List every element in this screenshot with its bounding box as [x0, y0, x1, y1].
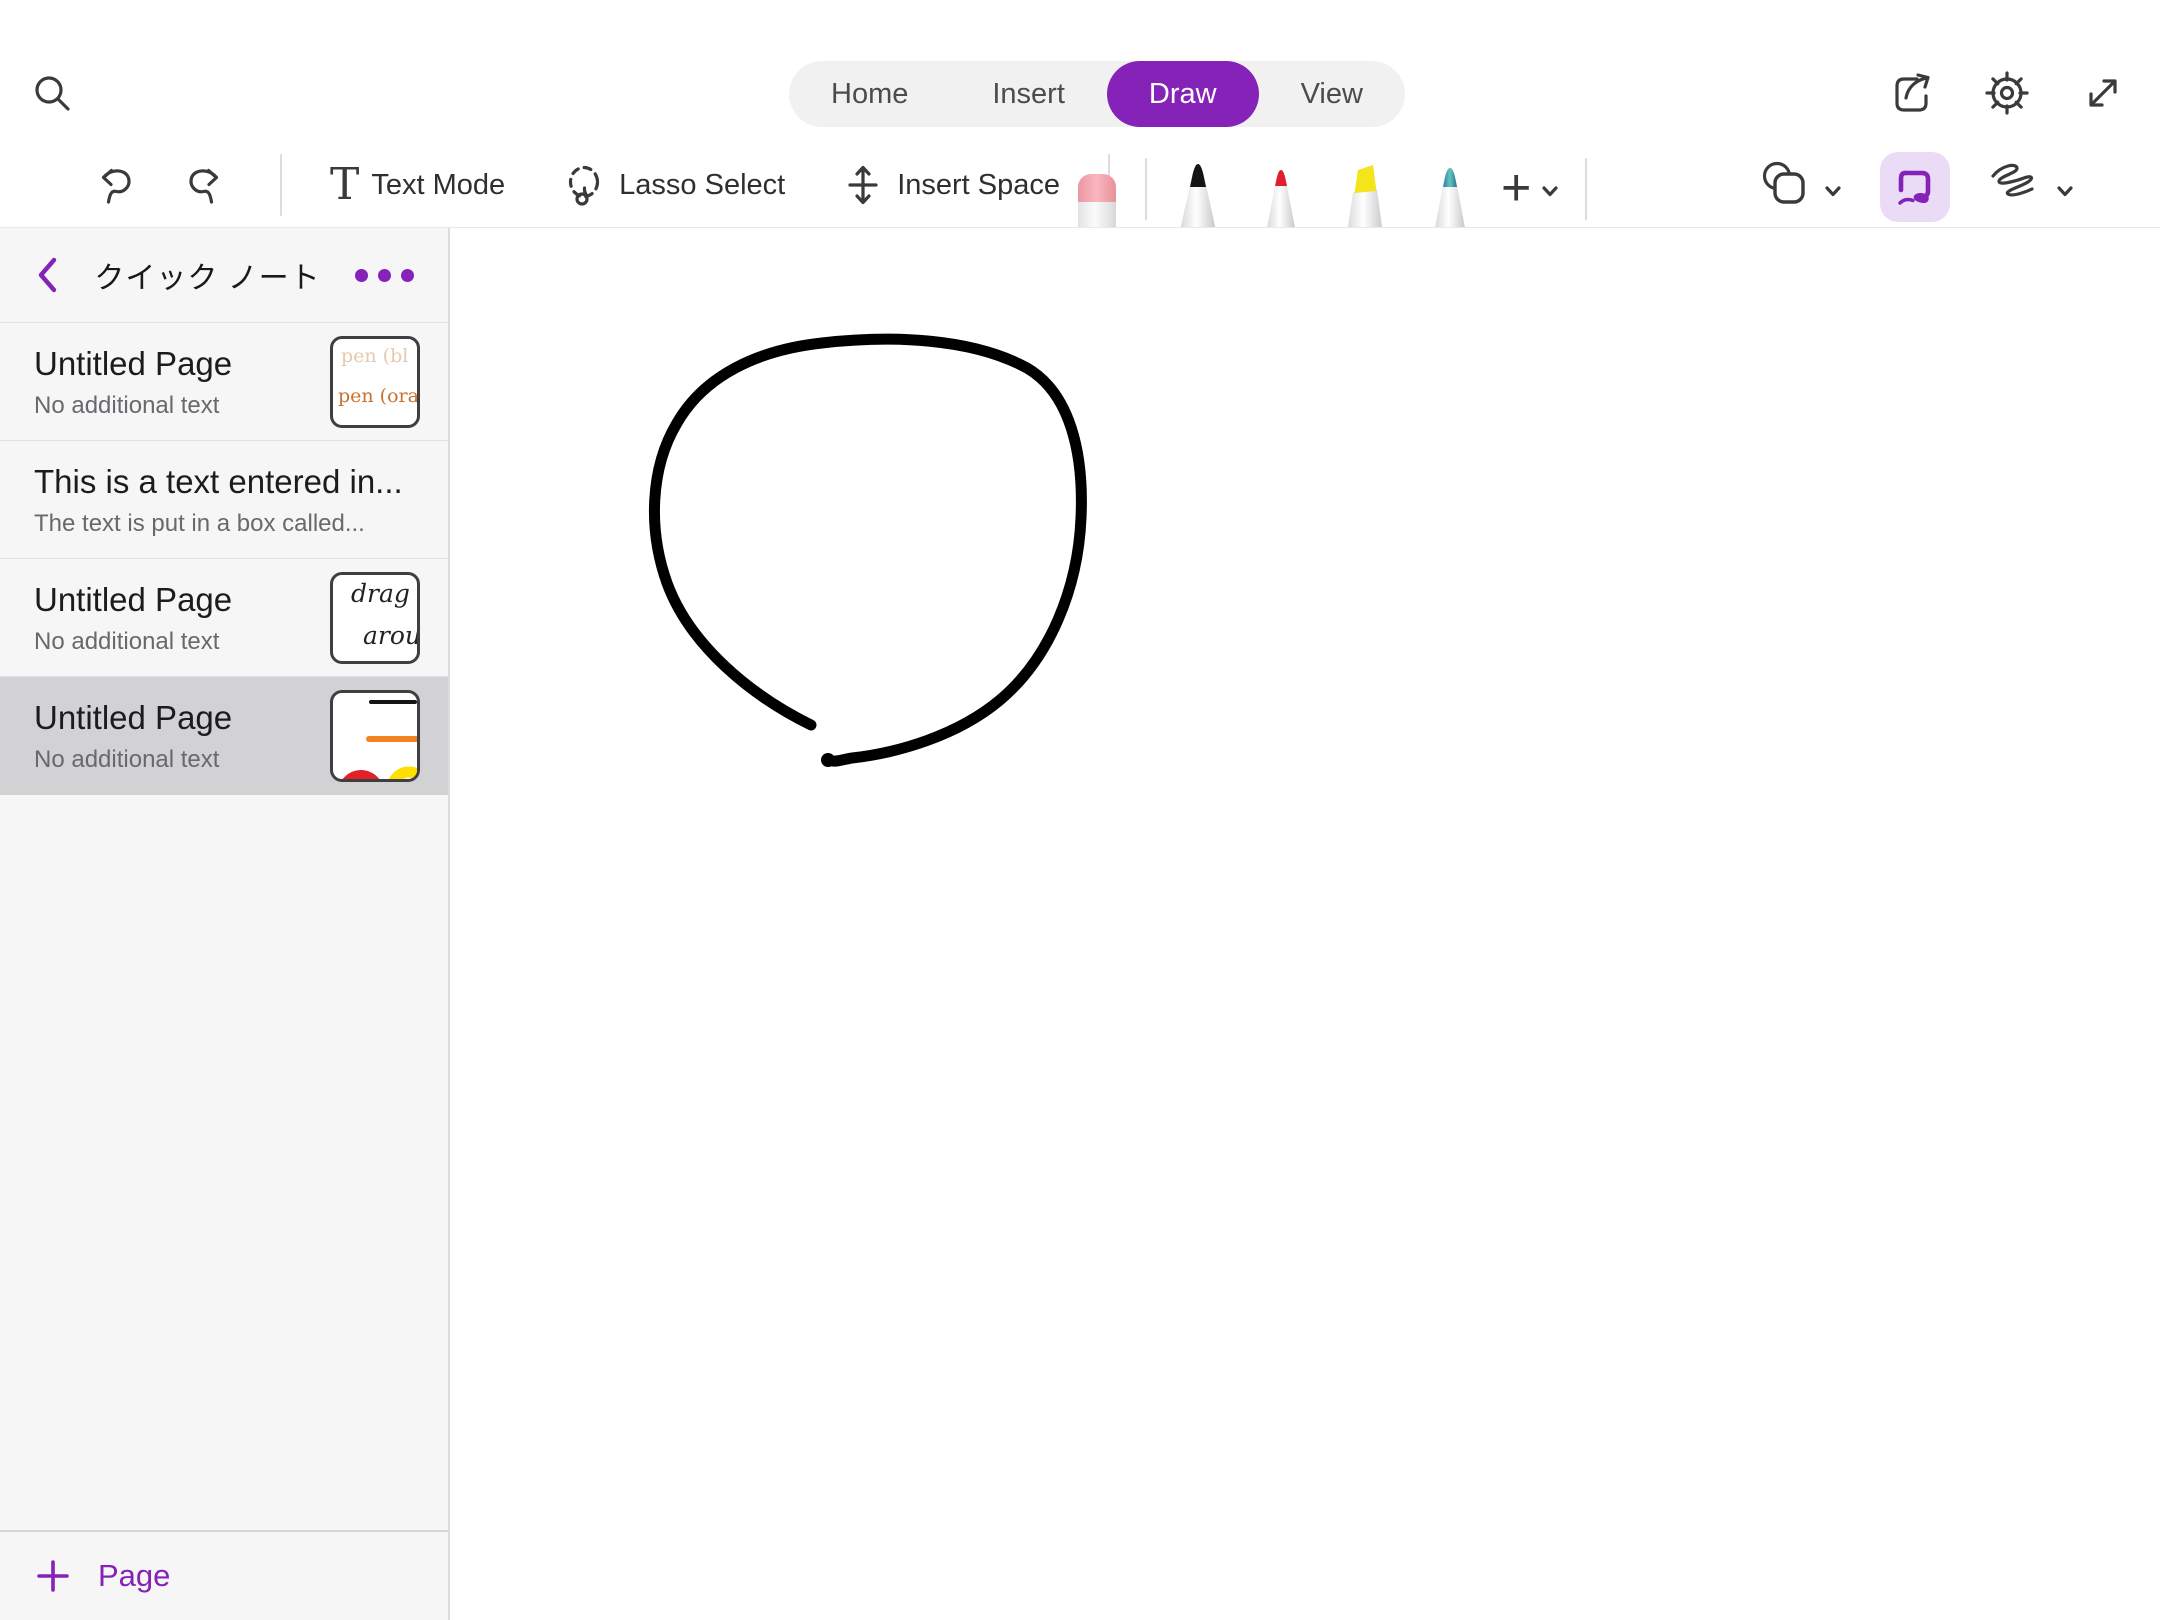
- text-mode-label: Text Mode: [371, 168, 506, 201]
- page-list-item-selected[interactable]: Untitled Page No additional text: [0, 677, 448, 795]
- notebook-title: クイック ノート: [94, 262, 321, 295]
- toolbar-divider: [1145, 158, 1147, 220]
- toolbar-divider: [280, 154, 282, 216]
- tab-home[interactable]: Home: [789, 61, 950, 127]
- page-subtitle: No additional text: [34, 745, 220, 773]
- ink-to-shape-button[interactable]: [1880, 152, 1950, 222]
- fullscreen-button[interactable]: [2078, 68, 2128, 118]
- undo-icon: [101, 168, 131, 204]
- top-toolbar: Home Insert Draw View T Text Mode Lasso …: [0, 0, 2160, 228]
- share-icon: [1895, 73, 1930, 112]
- search-button[interactable]: [28, 70, 78, 120]
- insert-space-label: Insert Space: [897, 168, 1061, 201]
- lasso-icon: [569, 165, 600, 206]
- insert-space-button[interactable]: Insert Space: [841, 162, 1060, 208]
- yellow-highlighter-tool[interactable]: [1339, 160, 1391, 228]
- drawing-canvas[interactable]: [452, 228, 2160, 1620]
- add-page-button[interactable]: Page: [0, 1530, 448, 1620]
- tab-draw[interactable]: Draw: [1106, 61, 1259, 127]
- chevron-down-icon: [1825, 186, 1841, 197]
- scribble-icon: [1991, 163, 2034, 197]
- ink-stroke-circle: [648, 333, 1087, 767]
- page-subtitle: No additional text: [34, 627, 220, 655]
- teal-galaxy-pencil-tool[interactable]: [1427, 160, 1473, 228]
- page-list-item[interactable]: This is a text entered in... The text is…: [0, 441, 448, 559]
- text-mode-button[interactable]: T Text Mode: [330, 163, 505, 207]
- page-thumbnail: drag arou: [330, 572, 420, 664]
- tab-view[interactable]: View: [1259, 61, 1405, 127]
- thumbnail-drawing: [342, 700, 417, 779]
- text-mode-icon: T: [330, 159, 360, 210]
- shapes-icon: [1762, 161, 1805, 204]
- page-list-item[interactable]: Untitled Page No additional text pen (bl…: [0, 323, 448, 441]
- scribble-button[interactable]: [1986, 160, 2076, 210]
- eraser-tool[interactable]: [1075, 172, 1119, 228]
- thumbnail-ink-text: pen (ora: [338, 385, 419, 407]
- red-pen-tool[interactable]: [1259, 160, 1303, 228]
- thumbnail-ink-text: pen (bl: [341, 345, 409, 367]
- thumbnail-ink-text: drag: [351, 579, 410, 608]
- insert-space-icon: [848, 165, 878, 205]
- redo-button[interactable]: [182, 162, 228, 208]
- black-pen-tool[interactable]: [1173, 160, 1223, 228]
- page-subtitle: The text is put in a box called...: [34, 509, 365, 537]
- page-list-sidebar: クイック ノート Untitled Page No additional tex…: [0, 228, 450, 1620]
- page-title: Untitled Page: [34, 344, 233, 382]
- back-chevron-icon[interactable]: [34, 255, 60, 295]
- thumbnail-ink-text: arou: [363, 621, 420, 650]
- undo-button[interactable]: [92, 162, 138, 208]
- page-thumbnail: [330, 690, 420, 782]
- page-title: Untitled Page: [34, 580, 233, 618]
- settings-button[interactable]: [1982, 68, 2032, 118]
- toolbar-divider: [1585, 158, 1588, 220]
- chevron-down-icon: [2057, 186, 2073, 197]
- gear-icon: [1985, 71, 2029, 115]
- page-subtitle: No additional text: [34, 391, 220, 419]
- notebook-header: クイック ノート: [0, 228, 448, 323]
- chevron-down-icon[interactable]: [1539, 180, 1561, 202]
- share-button[interactable]: [1886, 68, 1936, 118]
- expand-icon: [2089, 79, 2117, 107]
- ribbon-tabbar: Home Insert Draw View: [789, 61, 1405, 127]
- ink-to-shape-icon: [1898, 170, 1931, 205]
- page-thumbnail: pen (bl pen (ora: [330, 336, 420, 428]
- page-title: This is a text entered in...: [34, 462, 403, 500]
- plus-icon: [37, 1560, 69, 1592]
- page-title: Untitled Page: [34, 698, 233, 736]
- lasso-select-label: Lasso Select: [619, 168, 786, 201]
- shapes-button[interactable]: [1758, 159, 1844, 211]
- tab-insert[interactable]: Insert: [950, 61, 1107, 127]
- add-page-label: Page: [98, 1558, 171, 1593]
- add-pen-button[interactable]: +: [1501, 162, 1531, 214]
- page-list-item[interactable]: Untitled Page No additional text drag ar…: [0, 559, 448, 677]
- lasso-select-button[interactable]: Lasso Select: [561, 162, 785, 208]
- more-options-button[interactable]: [355, 268, 414, 282]
- search-icon: [35, 76, 70, 111]
- redo-icon: [189, 168, 219, 204]
